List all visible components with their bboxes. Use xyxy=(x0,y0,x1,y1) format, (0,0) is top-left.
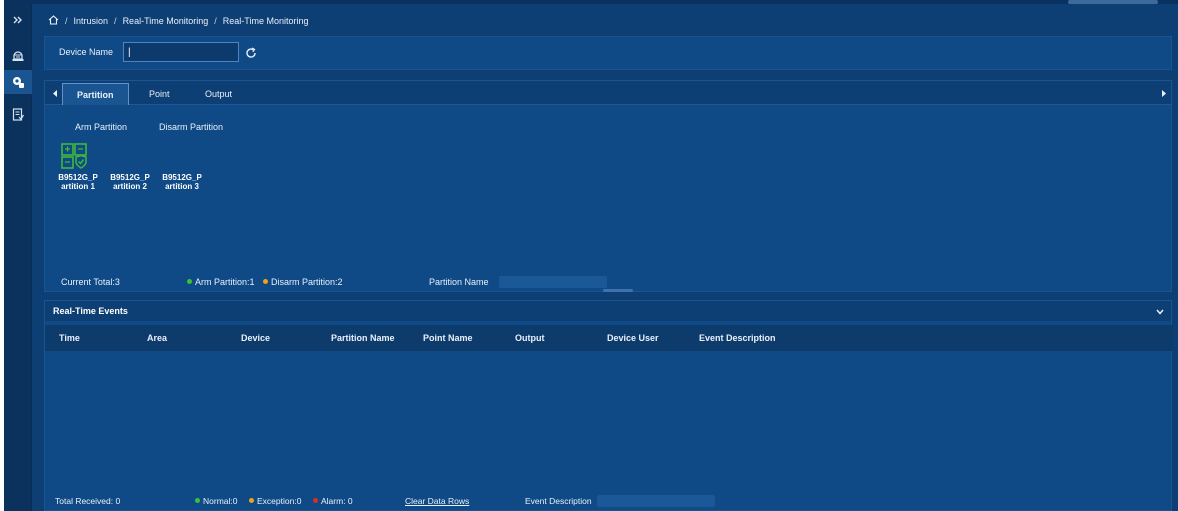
column-header-output[interactable]: Output xyxy=(515,333,545,343)
disarmed-dot-icon xyxy=(263,279,268,284)
home-icon[interactable] xyxy=(48,15,59,27)
partition-name-line2: artition 2 xyxy=(113,182,147,191)
tab-bar: Partition Point Output xyxy=(45,81,1171,105)
breadcrumb-intrusion[interactable]: Intrusion xyxy=(74,16,109,26)
total-received-text: Total Received: 0 xyxy=(55,496,121,506)
disarm-partition-button[interactable]: Disarm Partition xyxy=(159,122,223,132)
partition-item[interactable]: B9512G_P artition 1 xyxy=(55,143,101,191)
column-header-device-user[interactable]: Device User xyxy=(607,333,659,343)
refresh-icon[interactable] xyxy=(243,45,259,61)
event-description-value xyxy=(597,495,715,507)
column-header-area[interactable]: Area xyxy=(147,333,167,343)
rail-item-report[interactable] xyxy=(4,102,32,126)
disarm-count-text: Disarm Partition:2 xyxy=(271,277,343,287)
partition-name-value xyxy=(499,276,607,288)
app-window: / Intrusion / Real-Time Monitoring / Rea… xyxy=(4,0,1178,511)
column-header-point-name[interactable]: Point Name xyxy=(423,333,473,343)
rail-item-monitoring[interactable] xyxy=(4,70,32,94)
partition-name-line1: B9512G_P xyxy=(58,173,98,182)
tab-output[interactable]: Output xyxy=(191,83,246,105)
column-header-partition-name[interactable]: Partition Name xyxy=(331,333,395,343)
event-description-label: Event Description xyxy=(525,496,592,506)
alarm-count-text: Alarm: 0 xyxy=(321,496,353,506)
double-chevron-right-icon xyxy=(13,15,23,25)
normal-count-status: Normal:0 xyxy=(195,496,237,506)
tab-scroll-right-icon[interactable] xyxy=(1157,86,1169,100)
partition-disarmed-icon xyxy=(113,143,139,169)
alarm-bell-icon xyxy=(11,50,25,62)
partition-name-line1: B9512G_P xyxy=(110,173,150,182)
column-header-time[interactable]: Time xyxy=(59,333,80,343)
events-header: Real-Time Events xyxy=(45,301,1171,321)
expand-menu-button[interactable] xyxy=(4,8,32,32)
device-name-label: Device Name xyxy=(59,47,114,57)
column-header-device[interactable]: Device xyxy=(241,333,270,343)
breadcrumb-current-page: Real-Time Monitoring xyxy=(222,16,309,26)
partition-status-bar: Current Total:3 Arm Partition:1 Disarm P… xyxy=(45,271,1171,291)
exception-count-text: Exception:0 xyxy=(257,496,302,506)
tab-point[interactable]: Point xyxy=(135,83,184,105)
rail-item-alarm[interactable] xyxy=(4,44,32,68)
resize-handle[interactable] xyxy=(603,289,633,292)
partition-name-line1: B9512G_P xyxy=(162,173,202,182)
partition-name-line2: artition 3 xyxy=(165,182,199,191)
events-table-header: Time Area Device Partition Name Point Na… xyxy=(45,325,1173,351)
partition-panel: Partition Point Output Arm Partition Dis… xyxy=(44,80,1172,292)
partition-armed-icon xyxy=(61,143,87,169)
chevron-down-icon[interactable] xyxy=(1155,307,1165,317)
events-status-bar: Total Received: 0 Normal:0 Exception:0 A… xyxy=(45,491,1171,511)
partition-name-label: Partition Name xyxy=(429,277,489,287)
device-name-input[interactable] xyxy=(123,42,239,62)
real-time-events-panel: Real-Time Events Time Area Device Partit… xyxy=(44,300,1173,511)
events-title: Real-Time Events xyxy=(53,306,128,316)
normal-dot-icon xyxy=(195,498,200,503)
partition-item[interactable]: B9512G_P artition 2 xyxy=(107,143,153,191)
alarm-count-status: Alarm: 0 xyxy=(313,496,353,506)
disarm-count-status: Disarm Partition:2 xyxy=(263,277,343,287)
breadcrumb-realtime-monitoring[interactable]: Real-Time Monitoring xyxy=(123,16,209,26)
tab-scroll-left-icon[interactable] xyxy=(49,86,61,100)
breadcrumb-separator: / xyxy=(65,16,68,26)
partition-disarmed-icon xyxy=(165,143,191,169)
arm-partition-button[interactable]: Arm Partition xyxy=(75,122,127,132)
monitoring-icon xyxy=(11,75,25,89)
top-right-controls[interactable] xyxy=(1068,0,1158,4)
exception-count-status: Exception:0 xyxy=(249,496,301,506)
armed-dot-icon xyxy=(187,279,192,284)
tab-partition[interactable]: Partition xyxy=(62,83,129,105)
device-filter-bar: Device Name xyxy=(44,36,1172,70)
arm-count-status: Arm Partition:1 xyxy=(187,277,255,287)
breadcrumb-separator: / xyxy=(214,16,217,26)
top-strip xyxy=(4,0,1178,4)
exception-dot-icon xyxy=(249,498,254,503)
column-header-event-description[interactable]: Event Description xyxy=(699,333,776,343)
partition-name-line2: artition 1 xyxy=(61,182,95,191)
partition-item[interactable]: B9512G_P artition 3 xyxy=(159,143,205,191)
breadcrumb-separator: / xyxy=(114,16,117,26)
alarm-dot-icon xyxy=(313,498,318,503)
clear-data-rows-link[interactable]: Clear Data Rows xyxy=(405,496,469,506)
current-total-text: Current Total:3 xyxy=(61,277,120,287)
breadcrumb: / Intrusion / Real-Time Monitoring / Rea… xyxy=(48,14,308,28)
normal-count-text: Normal:0 xyxy=(203,496,238,506)
arm-count-text: Arm Partition:1 xyxy=(195,277,255,287)
report-icon xyxy=(12,107,24,121)
left-rail xyxy=(4,4,32,511)
